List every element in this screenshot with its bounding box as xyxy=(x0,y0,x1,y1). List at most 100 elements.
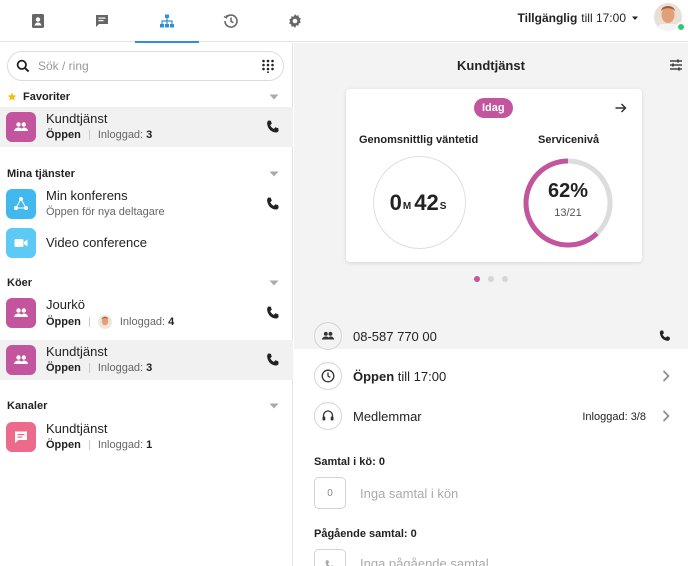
item-subtitle: Öppen för nya deltagare xyxy=(46,206,165,218)
service-level-label: Servicenivå xyxy=(538,134,600,146)
item-title: Kundtjänst xyxy=(46,344,108,359)
arrow-right-icon[interactable] xyxy=(614,101,628,115)
item-status: Öppen Inloggad: 1 xyxy=(46,439,152,451)
logged-label: Inloggad: xyxy=(97,439,144,451)
section-services-header[interactable]: Mina tjänster xyxy=(0,165,293,183)
logged-label: Inloggad: xyxy=(97,362,144,374)
item-title: Jourkö xyxy=(46,297,86,312)
tab-organization[interactable] xyxy=(135,0,199,43)
page-dot[interactable] xyxy=(474,276,480,282)
tab-messages[interactable] xyxy=(70,0,134,42)
queued-calls-header: Samtal i kö: 0 xyxy=(314,456,385,468)
history-icon xyxy=(223,14,238,28)
call-icon[interactable] xyxy=(265,305,281,321)
ongoing-calls-count: 0 xyxy=(410,528,417,540)
contact-book-icon xyxy=(32,14,44,28)
online-status-dot xyxy=(676,22,686,32)
headset-icon xyxy=(314,402,342,430)
section-title: Favoriter xyxy=(23,91,71,103)
stats-card: Idag Genomsnittlig väntetid 0 M 42 S Ser… xyxy=(346,89,642,262)
state-text: Öppen xyxy=(46,362,81,374)
period-badge[interactable]: Idag xyxy=(474,98,513,118)
service-item-min-konferens[interactable]: Min konferens Öppen för nya deltagare xyxy=(0,184,293,224)
ongoing-calls-header: Pågående samtal: 0 xyxy=(314,528,417,540)
section-queues-header[interactable]: Köer xyxy=(0,274,293,292)
search-input[interactable] xyxy=(38,59,261,73)
tab-settings[interactable] xyxy=(263,0,327,42)
call-icon[interactable] xyxy=(265,352,281,368)
service-fraction: 13/21 xyxy=(554,207,582,219)
clock-icon xyxy=(314,362,342,390)
collapse-arrow-icon[interactable] xyxy=(269,170,279,178)
queued-calls-empty: Inga samtal i kön xyxy=(360,486,459,501)
call-icon[interactable] xyxy=(658,329,672,343)
section-title: Mina tjänster xyxy=(7,168,75,180)
members-row[interactable]: Medlemmar Inloggad: 3/8 xyxy=(294,397,688,435)
tab-history[interactable] xyxy=(199,0,263,42)
divider xyxy=(88,440,90,450)
minutes-unit: M xyxy=(402,201,412,212)
divider xyxy=(88,363,90,373)
collapse-arrow-icon[interactable] xyxy=(269,402,279,410)
left-panel: Favoriter Kundtjänst Öppen Inloggad: 3 M… xyxy=(0,43,293,566)
call-icon[interactable] xyxy=(265,119,281,135)
channel-item-kundtjanst[interactable]: Kundtjänst Öppen Inloggad: 1 xyxy=(0,417,293,457)
chevron-right-icon xyxy=(662,370,670,382)
opening-hours-row[interactable]: Öppen till 17:00 xyxy=(294,357,688,395)
status-label: Tillgänglig xyxy=(517,11,578,25)
carousel-pagination xyxy=(294,276,688,282)
page-dot[interactable] xyxy=(488,276,494,282)
wait-minutes: 0 xyxy=(389,189,402,215)
logged-count: 3 xyxy=(146,129,153,141)
page-dot[interactable] xyxy=(502,276,508,282)
stats-carousel: Idag Genomsnittlig väntetid 0 M 42 S Ser… xyxy=(294,87,688,349)
queue-item-jourko[interactable]: Jourkö Öppen Inloggad: 4 xyxy=(0,293,293,333)
service-item-video-conference[interactable]: Video conference xyxy=(0,223,293,263)
members-logged: Inloggad: 3/8 xyxy=(582,411,646,423)
group-icon xyxy=(6,112,36,142)
ongoing-calls-label: Pågående samtal: xyxy=(314,528,408,540)
item-title: Video conference xyxy=(46,235,147,250)
item-status: Öppen Inloggad: 3 xyxy=(46,129,152,141)
divider xyxy=(88,130,90,140)
section-favorites-header[interactable]: Favoriter xyxy=(0,88,293,106)
group-icon xyxy=(6,298,36,328)
opening-hours: Öppen till 17:00 xyxy=(353,369,446,384)
agent-avatar xyxy=(97,315,112,329)
status-until: till 17:00 xyxy=(581,11,626,25)
dialpad-icon[interactable] xyxy=(261,59,275,73)
queue-item-kundtjanst[interactable]: Kundtjänst Öppen Inloggad: 3 xyxy=(0,340,293,380)
section-title: Köer xyxy=(7,277,33,289)
open-until: till 17:00 xyxy=(397,369,447,384)
gear-icon xyxy=(289,14,301,28)
collapse-arrow-icon[interactable] xyxy=(269,279,279,287)
chat-icon xyxy=(96,15,108,27)
call-icon[interactable] xyxy=(265,196,281,212)
wait-seconds: 42 xyxy=(414,189,439,215)
wait-time-label: Genomsnittlig väntetid xyxy=(359,134,479,146)
top-nav-bar: Tillgänglig till 17:00 xyxy=(0,0,688,43)
detail-header: Kundtjänst xyxy=(294,43,688,87)
section-title: Kanaler xyxy=(7,400,48,412)
queued-calls-count: 0 xyxy=(378,456,385,468)
caret-down-icon xyxy=(632,16,638,20)
members-label: Medlemmar xyxy=(353,409,422,424)
logged-label: Inloggad: xyxy=(119,316,166,328)
collapse-arrow-icon[interactable] xyxy=(269,93,279,101)
availability-dropdown[interactable]: Tillgänglig till 17:00 xyxy=(518,0,640,36)
divider xyxy=(88,317,90,327)
item-status: Öppen Inloggad: 3 xyxy=(46,362,152,374)
service-percent: 62% xyxy=(547,180,589,202)
queued-calls-box: 0 xyxy=(314,477,346,509)
state-text: Öppen xyxy=(46,129,81,141)
logged-count: 1 xyxy=(146,439,153,451)
item-title: Min konferens xyxy=(46,188,128,203)
tab-contacts[interactable] xyxy=(6,0,70,42)
filter-settings-icon[interactable] xyxy=(668,57,684,73)
section-channels-header[interactable]: Kanaler xyxy=(0,397,293,415)
org-chart-icon xyxy=(160,14,174,28)
favorite-item-kundtjanst[interactable]: Kundtjänst Öppen Inloggad: 3 xyxy=(0,107,293,147)
service-level-text: 62% 13/21 xyxy=(521,180,615,219)
logged-count: 3 xyxy=(146,362,153,374)
phone-number-row[interactable]: 08-587 770 00 xyxy=(294,317,688,355)
